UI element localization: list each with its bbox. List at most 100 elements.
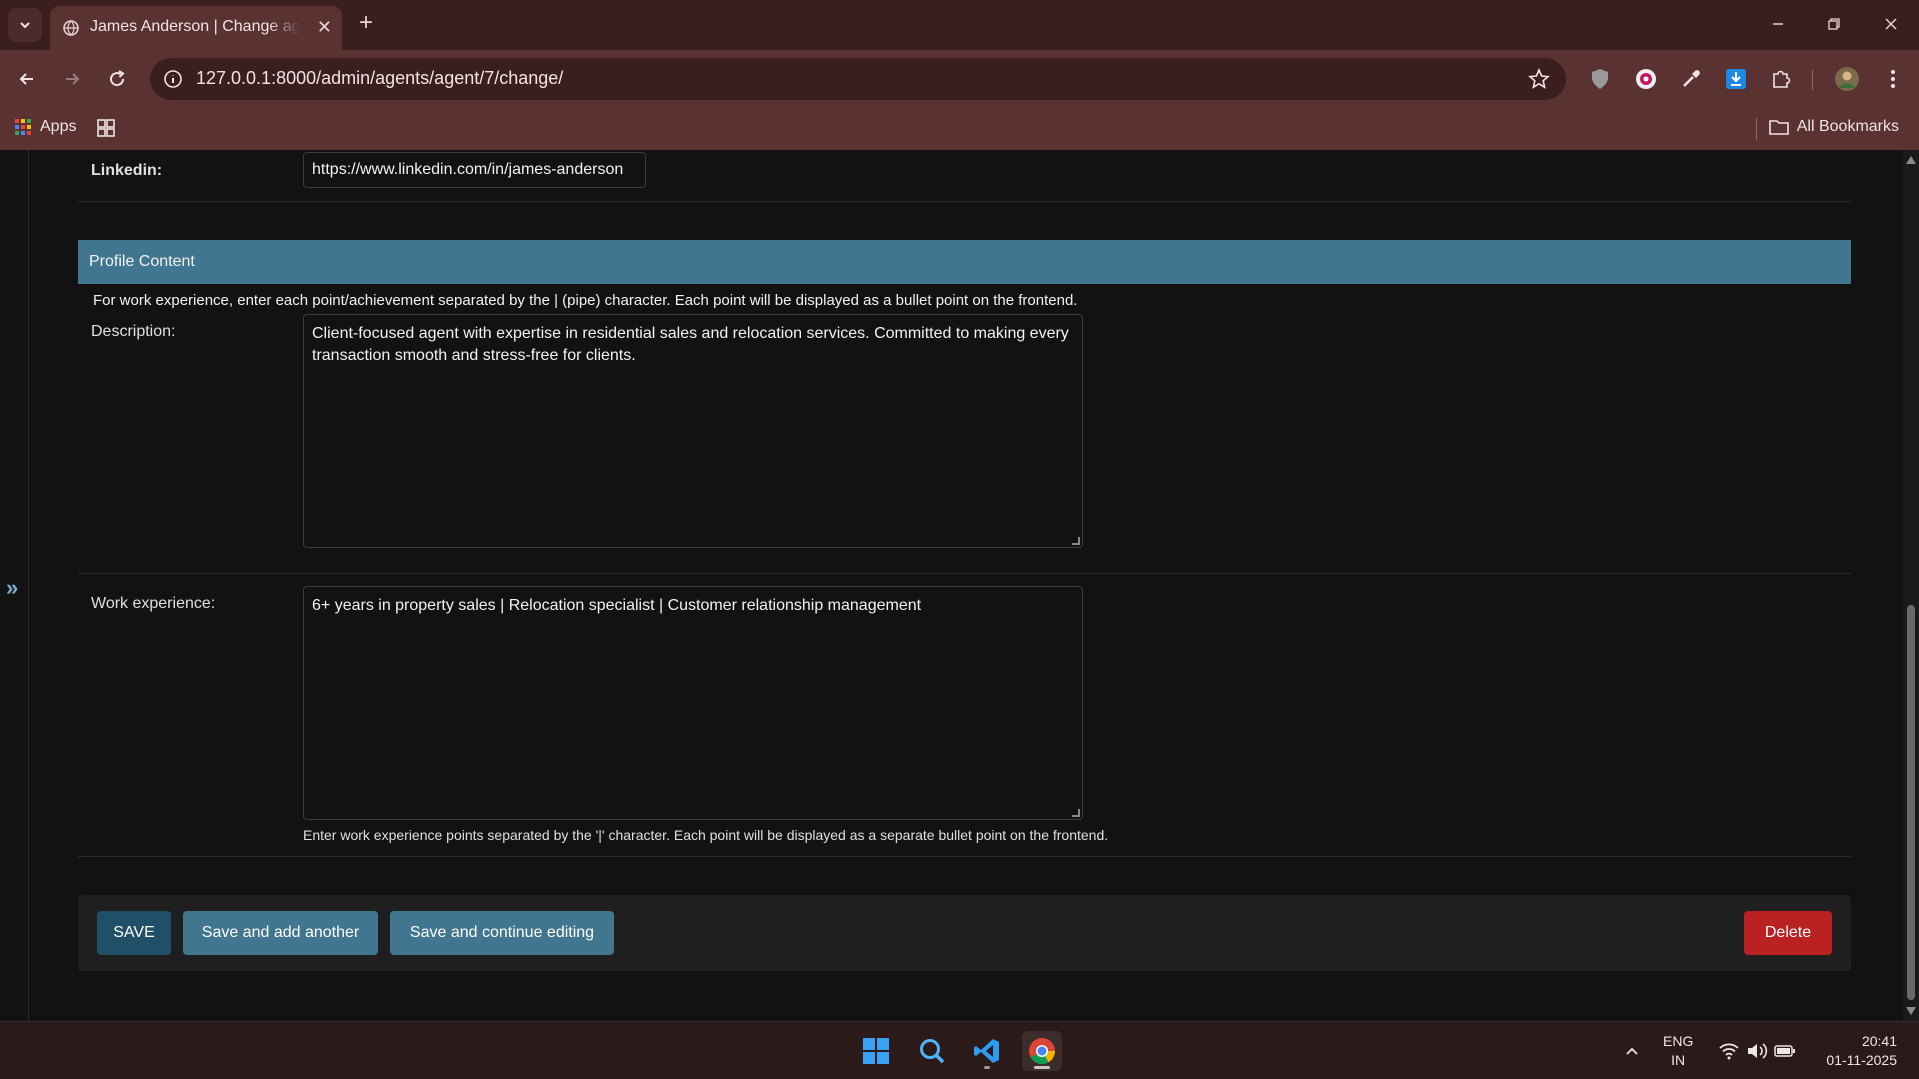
scroll-thumb[interactable]: [1907, 605, 1915, 1000]
form-row-linkedin: Linkedin: https://www.linkedin.com/in/ja…: [78, 150, 1851, 202]
fieldset-header: Profile Content: [78, 240, 1851, 284]
extension-dropper-button[interactable]: [1678, 66, 1704, 92]
vscode-taskbar-button[interactable]: [967, 1031, 1007, 1071]
wifi-icon: [1719, 1043, 1739, 1060]
vscode-icon: [974, 1039, 999, 1063]
lang-region: IN: [1671, 1052, 1686, 1068]
description-value: Client-focused agent with expertise in r…: [312, 325, 1069, 364]
quick-settings-button[interactable]: [1705, 1031, 1809, 1071]
reload-icon: [110, 70, 125, 87]
description-textarea[interactable]: Client-focused agent with expertise in r…: [303, 314, 1083, 548]
more-vert-icon: [1891, 70, 1895, 88]
chevron-down-icon: [20, 22, 30, 29]
tab-title: James Anderson | Change agent: [90, 18, 300, 35]
search-taskbar-button[interactable]: [912, 1031, 952, 1071]
forward-button[interactable]: [59, 66, 85, 92]
site-info-icon[interactable]: [162, 68, 184, 90]
form-row-work-experience: Work experience: 6+ years in property sa…: [78, 578, 1851, 857]
globe-icon: [63, 20, 79, 36]
active-indicator: [1034, 1066, 1050, 1069]
work-experience-label: Work experience:: [91, 595, 216, 612]
search-icon: [920, 1039, 945, 1064]
browser-toolbar: 127.0.0.1:8000/admin/agents/agent/7/chan…: [0, 50, 1919, 108]
close-window-button[interactable]: [1871, 10, 1911, 38]
browser-tab-strip: James Anderson | Change agent ✕ +: [0, 0, 1919, 50]
scroll-up-icon[interactable]: [1906, 156, 1916, 164]
show-hidden-icons-button[interactable]: [1614, 1031, 1650, 1071]
close-tab-icon[interactable]: ✕: [317, 18, 332, 36]
os-taskbar: ENG IN 20:41 01-11-2025: [0, 1021, 1919, 1079]
extensions-button[interactable]: [1768, 66, 1794, 92]
all-bookmarks-label: All Bookmarks: [1796, 118, 1899, 135]
bookmark-star-icon[interactable]: [1528, 68, 1550, 90]
arrow-left-icon: [19, 73, 33, 85]
reload-button[interactable]: [104, 66, 130, 92]
tab-search-button[interactable]: [8, 8, 42, 42]
close-icon: [1885, 18, 1897, 30]
scroll-down-icon[interactable]: [1906, 1007, 1916, 1015]
chrome-taskbar-button[interactable]: [1022, 1031, 1062, 1071]
profile-avatar-button[interactable]: [1834, 66, 1860, 92]
start-button[interactable]: [856, 1031, 896, 1071]
extension-shield-button[interactable]: [1587, 66, 1613, 92]
linkedin-label: Linkedin:: [91, 162, 163, 179]
clock-date: 01-11-2025: [1826, 1052, 1897, 1068]
arrow-right-icon: [66, 73, 80, 85]
work-experience-value: 6+ years in property sales | Relocation …: [312, 597, 922, 614]
linkedin-input[interactable]: https://www.linkedin.com/in/james-anders…: [303, 152, 646, 188]
avatar-icon: [1835, 67, 1859, 91]
windows-logo-icon: [863, 1038, 889, 1064]
fieldset-description: For work experience, enter each point/ac…: [93, 292, 1078, 309]
browser-tab-active[interactable]: James Anderson | Change agent ✕: [50, 6, 342, 50]
bookmarks-separator: [1756, 118, 1757, 140]
chevron-up-icon: [1626, 1047, 1638, 1055]
save-button[interactable]: SAVE: [97, 911, 171, 955]
restore-button[interactable]: [1814, 10, 1854, 38]
tab-groups-icon[interactable]: [96, 118, 116, 138]
restore-icon: [1828, 18, 1840, 30]
admin-page: » Linkedin: https://www.linkedin.com/in/…: [0, 150, 1919, 1021]
bookmark-apps[interactable]: Apps: [14, 118, 76, 136]
save-and-add-another-button[interactable]: Save and add another: [183, 911, 378, 955]
eyedropper-icon: [1683, 70, 1700, 87]
browser-menu-button[interactable]: [1880, 66, 1906, 92]
downloads-button[interactable]: [1723, 66, 1749, 92]
extension-colorful-button[interactable]: [1633, 66, 1659, 92]
page-scrollbar[interactable]: [1903, 150, 1919, 1021]
apps-label: Apps: [40, 118, 77, 135]
resize-handle-icon[interactable]: [1072, 809, 1080, 817]
toolbar-separator: [1812, 70, 1813, 90]
lang-code: ENG: [1663, 1033, 1694, 1049]
folder-icon: [1768, 120, 1789, 135]
sidebar-toggle-button[interactable]: »: [6, 575, 18, 601]
system-clock[interactable]: 20:41 01-11-2025: [1826, 1032, 1897, 1070]
resize-handle-icon[interactable]: [1072, 537, 1080, 545]
clock-time: 20:41: [1861, 1033, 1897, 1049]
new-tab-button[interactable]: +: [354, 10, 378, 38]
work-experience-textarea[interactable]: 6+ years in property sales | Relocation …: [303, 586, 1083, 820]
bookmarks-bar: Apps All Bookmarks: [0, 108, 1919, 150]
download-icon: [1726, 69, 1746, 89]
all-bookmarks-button[interactable]: All Bookmarks: [1768, 118, 1899, 136]
extension-badge-icon: [1636, 69, 1656, 89]
work-experience-help: Enter work experience points separated b…: [303, 827, 1109, 843]
minimize-button[interactable]: [1758, 10, 1798, 38]
shield-icon: [1592, 69, 1608, 89]
address-bar[interactable]: 127.0.0.1:8000/admin/agents/agent/7/chan…: [150, 58, 1566, 100]
apps-grid-icon: [15, 119, 31, 135]
save-and-continue-button[interactable]: Save and continue editing: [390, 911, 614, 955]
back-button[interactable]: [14, 66, 40, 92]
nav-sidebar-collapsed: »: [0, 150, 29, 1021]
delete-button[interactable]: Delete: [1744, 911, 1832, 955]
description-label: Description:: [91, 323, 176, 340]
puzzle-icon: [1773, 70, 1791, 88]
running-indicator: [984, 1066, 990, 1069]
submit-row: SAVE Save and add another Save and conti…: [78, 895, 1851, 971]
form-row-description: Description: Client-focused agent with e…: [78, 314, 1851, 574]
url-text[interactable]: 127.0.0.1:8000/admin/agents/agent/7/chan…: [196, 68, 563, 89]
chrome-icon: [1029, 1038, 1056, 1065]
volume-icon: [1748, 1043, 1768, 1059]
fieldset-title: Profile Content: [89, 253, 195, 270]
battery-icon: [1774, 1045, 1795, 1057]
input-language-indicator[interactable]: ENG IN: [1663, 1032, 1693, 1070]
